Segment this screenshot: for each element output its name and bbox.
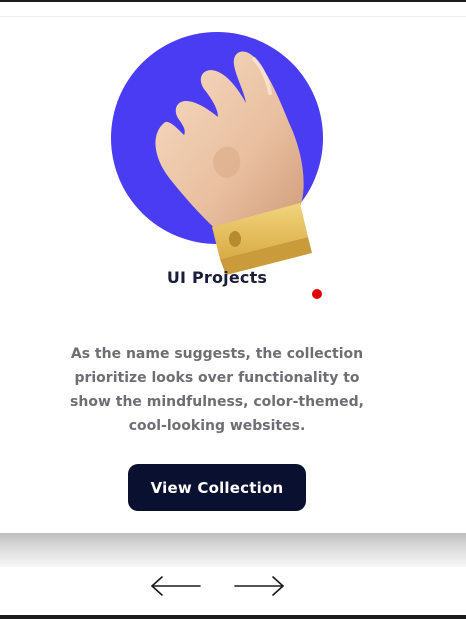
shadow-band <box>0 533 466 567</box>
hand-icon <box>111 32 323 275</box>
carousel-navigation <box>0 567 466 615</box>
bottom-border <box>0 615 466 619</box>
card-title: UI Projects <box>166 268 268 287</box>
arrow-right-icon[interactable] <box>231 575 287 597</box>
top-border <box>0 0 466 2</box>
view-collection-button[interactable]: View Collection <box>128 464 306 511</box>
status-dot <box>312 289 322 299</box>
hero-illustration <box>104 31 354 281</box>
collection-card: UI Projects As the name suggests, the co… <box>0 17 466 533</box>
card-description: As the name suggests, the collection pri… <box>70 346 364 434</box>
arrow-left-icon[interactable] <box>148 575 204 597</box>
